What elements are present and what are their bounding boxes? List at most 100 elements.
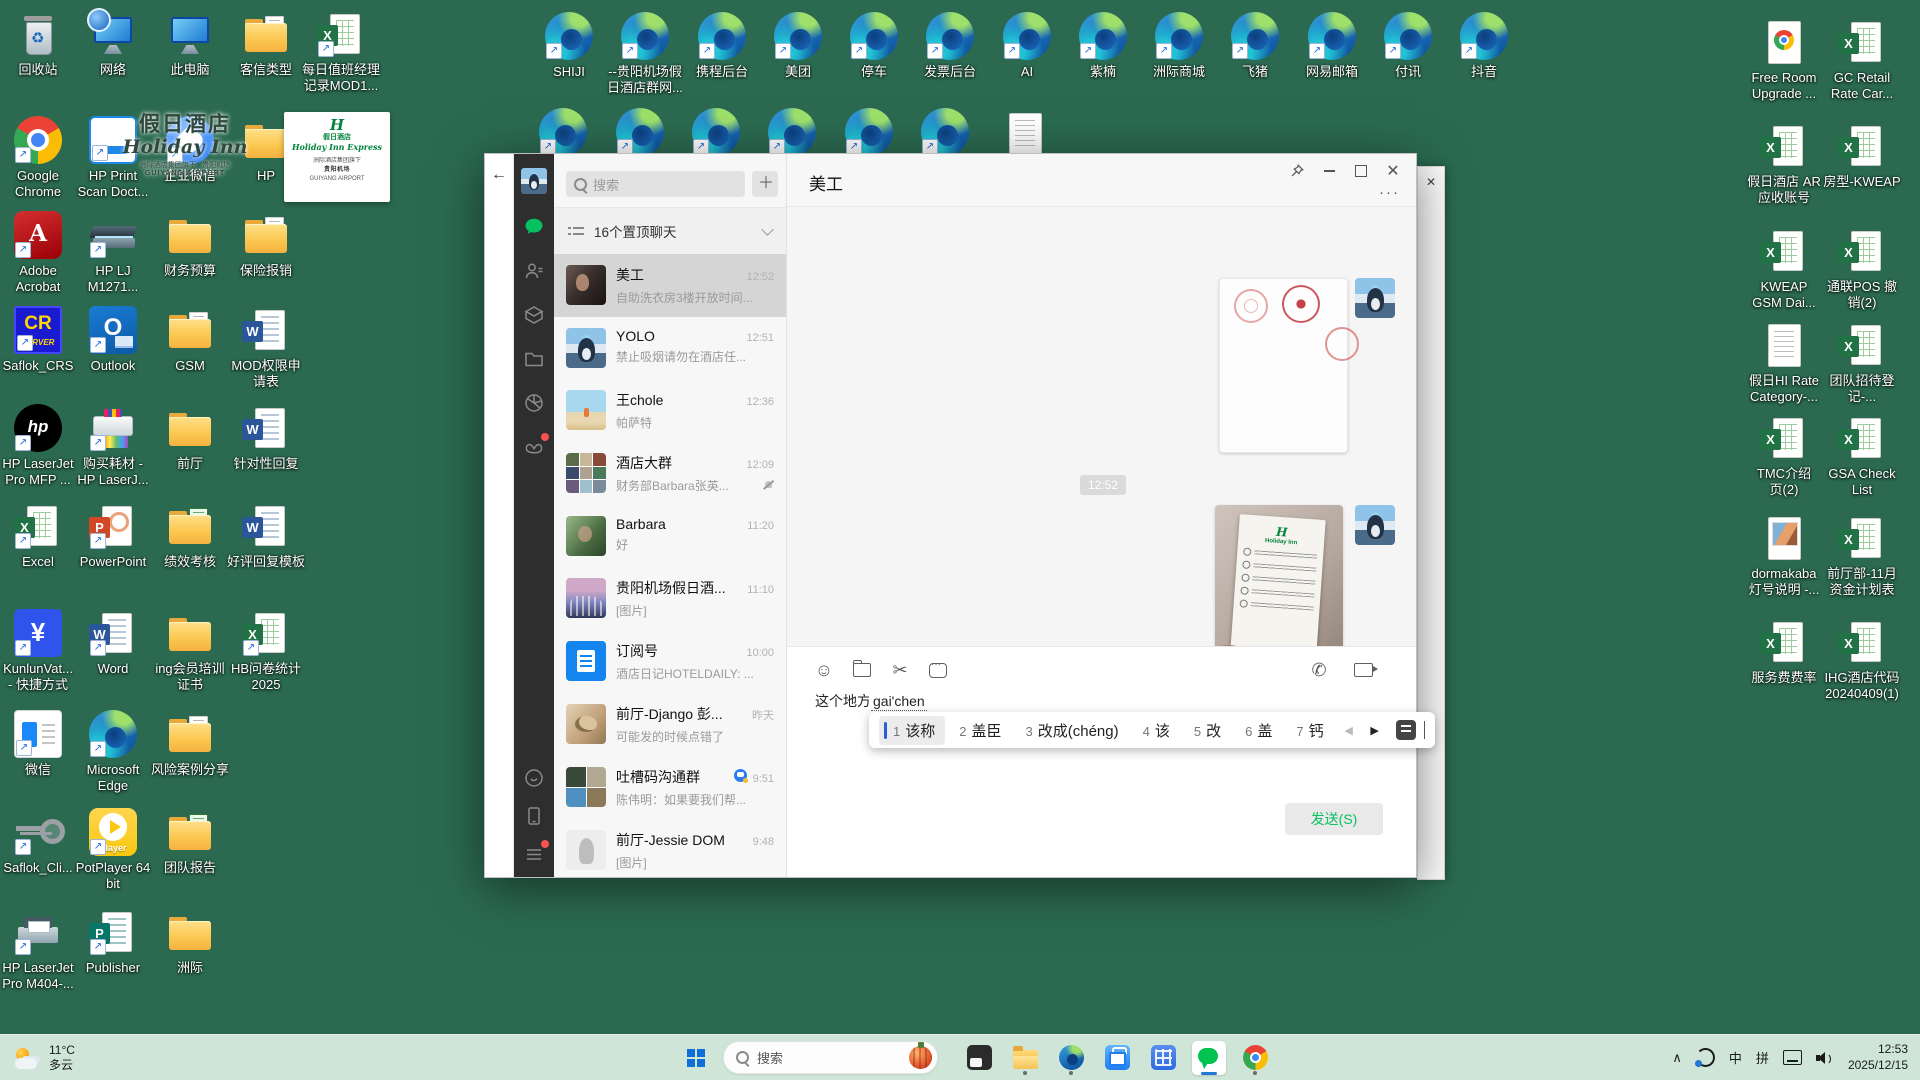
hidden-icons-chevron[interactable]: ∧	[1672, 1050, 1682, 1066]
touch-keyboard-icon[interactable]	[1783, 1050, 1802, 1065]
hb-survey-2025-icon: X↗	[242, 609, 290, 657]
sync-icon[interactable]	[1696, 1048, 1715, 1067]
chat-item-8[interactable]: 前厅-Django 彭...昨天可能发的时候点错了	[554, 693, 786, 756]
taskbar-app-wechat[interactable]	[1192, 1041, 1226, 1075]
taskbar-search[interactable]: 搜索	[723, 1041, 938, 1074]
background-window-close-icon[interactable]: ✕	[1424, 175, 1438, 189]
desktop-icon-hb-survey-2025[interactable]: X↗HB问卷统计2025	[220, 609, 312, 692]
ime-candidate-2[interactable]: 2盖臣	[949, 716, 1011, 745]
message-image-stamped-document[interactable]	[1219, 278, 1348, 453]
moments-icon[interactable]	[523, 392, 545, 414]
taskbar-app-microsoft-store[interactable]	[1100, 1041, 1134, 1075]
chat-item-6[interactable]: 贵阳机场假日酒...11:10[图片]	[554, 567, 786, 630]
taskbar-app-file-explorer[interactable]	[1008, 1041, 1042, 1075]
sender-avatar[interactable]	[1355, 505, 1395, 545]
contacts-icon[interactable]	[523, 260, 545, 282]
chat-item-2[interactable]: YOLO12:51禁止吸烟请勿在酒店任...	[554, 317, 786, 379]
start-button[interactable]	[679, 1041, 713, 1075]
desktop-icon-group-reception-log[interactable]: X团队招待登记-...	[1816, 321, 1908, 404]
ime-candidate-3[interactable]: 3改成(chéng)	[1016, 716, 1129, 745]
ime-candidate-7[interactable]: 7钙	[1286, 716, 1333, 745]
ime-prev-page-icon[interactable]: ◀	[1338, 724, 1360, 737]
desktop-icon-mod-daily-log[interactable]: X↗每日值班经理记录MOD1...	[295, 10, 387, 93]
weather-temp: 11°C	[49, 1043, 75, 1058]
taskbar-weather[interactable]: 11°C 多云	[14, 1043, 75, 1073]
desktop-icon-text-document[interactable]	[979, 110, 1071, 158]
edge-shortcut-b3-icon: ↗	[692, 108, 740, 156]
ime-tool-icon[interactable]	[1396, 720, 1416, 740]
chat-item-9[interactable]: 吐槽码沟通群9:51陈伟明：如果要我们帮...	[554, 756, 786, 819]
chat-item-7[interactable]: 订阅号10:00酒店日记HOTELDAILY: ...	[554, 630, 786, 693]
ime-candidate-6[interactable]: 6盖	[1235, 716, 1282, 745]
kweap-gsm-icon: X	[1760, 227, 1808, 275]
mobile-icon[interactable]	[523, 805, 545, 827]
desktop-icon-gsa-check-list[interactable]: XGSA CheckList	[1816, 414, 1908, 497]
taskbar-app-app-dark[interactable]	[962, 1041, 996, 1075]
desktop-icon-targeted-replies[interactable]: W针对性回复	[220, 404, 312, 472]
chat-item-3[interactable]: 王chole12:36帕萨特	[554, 379, 786, 442]
ime-mode-indicator[interactable]: 拼	[1756, 1048, 1769, 1067]
collections-icon[interactable]	[523, 304, 545, 326]
hp-laserjet-m404-label: HP LaserJetPro M404-...	[2, 960, 74, 991]
chat-item-5[interactable]: Barbara11:20好	[554, 505, 786, 567]
search-input[interactable]: 搜索	[566, 171, 745, 197]
sender-avatar[interactable]	[1355, 278, 1395, 318]
chat-item-1[interactable]: 美工12:52自助洗衣房3楼开放时间...	[554, 254, 786, 317]
holiday-inn-express-card-icon[interactable]: H 假日酒店 Holiday Inn Express 洲际酒店集团旗下 贵阳机场…	[284, 112, 390, 202]
message-input[interactable]: 这个地方gai'chen	[815, 691, 927, 711]
desktop-icon-ihg-hotel-codes[interactable]: XIHG酒店代码20240409(1)	[1816, 618, 1908, 701]
ime-candidate-5[interactable]: 5改	[1184, 716, 1231, 745]
taskbar-app-edge[interactable]	[1054, 1041, 1088, 1075]
edge-shortcut-9-label: 洲际商城	[1153, 64, 1205, 80]
add-button[interactable]: ＋	[752, 171, 778, 197]
ime-candidate-1[interactable]: 1该称	[879, 716, 945, 745]
channels-icon[interactable]	[523, 436, 545, 458]
files-icon[interactable]	[523, 348, 545, 370]
ime-next-page-icon[interactable]: ▶	[1364, 724, 1386, 737]
desktop-icon-team-reports[interactable]: 团队报告	[144, 808, 236, 876]
video-call-icon[interactable]	[1352, 659, 1374, 681]
pin-icon[interactable]	[1288, 162, 1306, 180]
user-avatar[interactable]	[521, 168, 547, 194]
desktop-icon-roomtype-kweap[interactable]: X房型-KWEAP	[1816, 122, 1908, 190]
chats-icon[interactable]	[523, 216, 545, 238]
taskbar-app-chrome[interactable]	[1238, 1041, 1272, 1075]
chat-item-10[interactable]: 前厅-Jessie DOM9:48[图片]	[554, 819, 786, 877]
desktop-icon-risk-case-sharing[interactable]: 风险案例分享	[144, 710, 236, 778]
desktop-icon-edge-shortcut-13[interactable]: ↗抖音	[1438, 12, 1530, 80]
minimize-button[interactable]	[1320, 162, 1338, 180]
message-image-hotel-info-card[interactable]: H Holiday Inn	[1215, 505, 1343, 646]
taskbar-app-calculator[interactable]	[1146, 1041, 1180, 1075]
emoji-icon[interactable]: ☺	[813, 659, 835, 681]
ime-language-indicator[interactable]: 中	[1729, 1048, 1742, 1067]
menu-icon[interactable]	[523, 843, 545, 865]
close-button[interactable]: ✕	[1384, 162, 1402, 180]
pinned-chats-header[interactable]: 16个置顶聊天	[554, 208, 786, 254]
desktop-icon-mod-permission-form[interactable]: WMOD权限申请表	[220, 306, 312, 389]
file-icon[interactable]	[851, 659, 873, 681]
desktop-icon-edge-shortcut-b6[interactable]: ↗	[899, 108, 991, 156]
desktop-icon-tonglian-pos-void[interactable]: X通联POS 撤销(2)	[1816, 227, 1908, 310]
desktop-icon-gc-retail-rate[interactable]: XGC RetailRate Car...	[1816, 18, 1908, 101]
volume-icon[interactable]	[1816, 1051, 1834, 1065]
phone-link-icon[interactable]	[523, 767, 545, 789]
desktop-icon-review-reply-template[interactable]: W好评回复模板	[220, 502, 312, 570]
desktop-icon-intercontinental-folder[interactable]: 洲际	[144, 908, 236, 976]
ime-candidate-4[interactable]: 4该	[1133, 716, 1180, 745]
chat-item-4[interactable]: 酒店大群12:09财务部Barbara张英...	[554, 442, 786, 505]
more-options-button[interactable]: ···	[1379, 184, 1400, 201]
review-reply-template-icon: W	[242, 502, 290, 550]
desktop-icon-fo-nov-funds-plan[interactable]: X前厅部-11月资金计划表	[1816, 514, 1908, 597]
hp-print-scan-label: HP PrintScan Doct...	[78, 168, 149, 199]
voice-call-icon[interactable]: ✆	[1308, 659, 1330, 681]
send-button[interactable]: 发送(S)	[1285, 803, 1383, 835]
back-arrow-icon[interactable]: ←	[491, 166, 507, 184]
edge-shortcut-12-label: 付讯	[1395, 64, 1421, 80]
search-icon	[736, 1051, 749, 1064]
ime-expand-icon[interactable]	[1424, 721, 1425, 739]
screenshot-icon[interactable]: ✂	[889, 659, 911, 681]
chat-history-icon[interactable]	[927, 659, 949, 681]
desktop-icon-insurance-claims[interactable]: 保险报销	[220, 211, 312, 279]
maximize-button[interactable]	[1352, 162, 1370, 180]
taskbar-clock[interactable]: 12:53 2025/12/15	[1848, 1042, 1908, 1073]
